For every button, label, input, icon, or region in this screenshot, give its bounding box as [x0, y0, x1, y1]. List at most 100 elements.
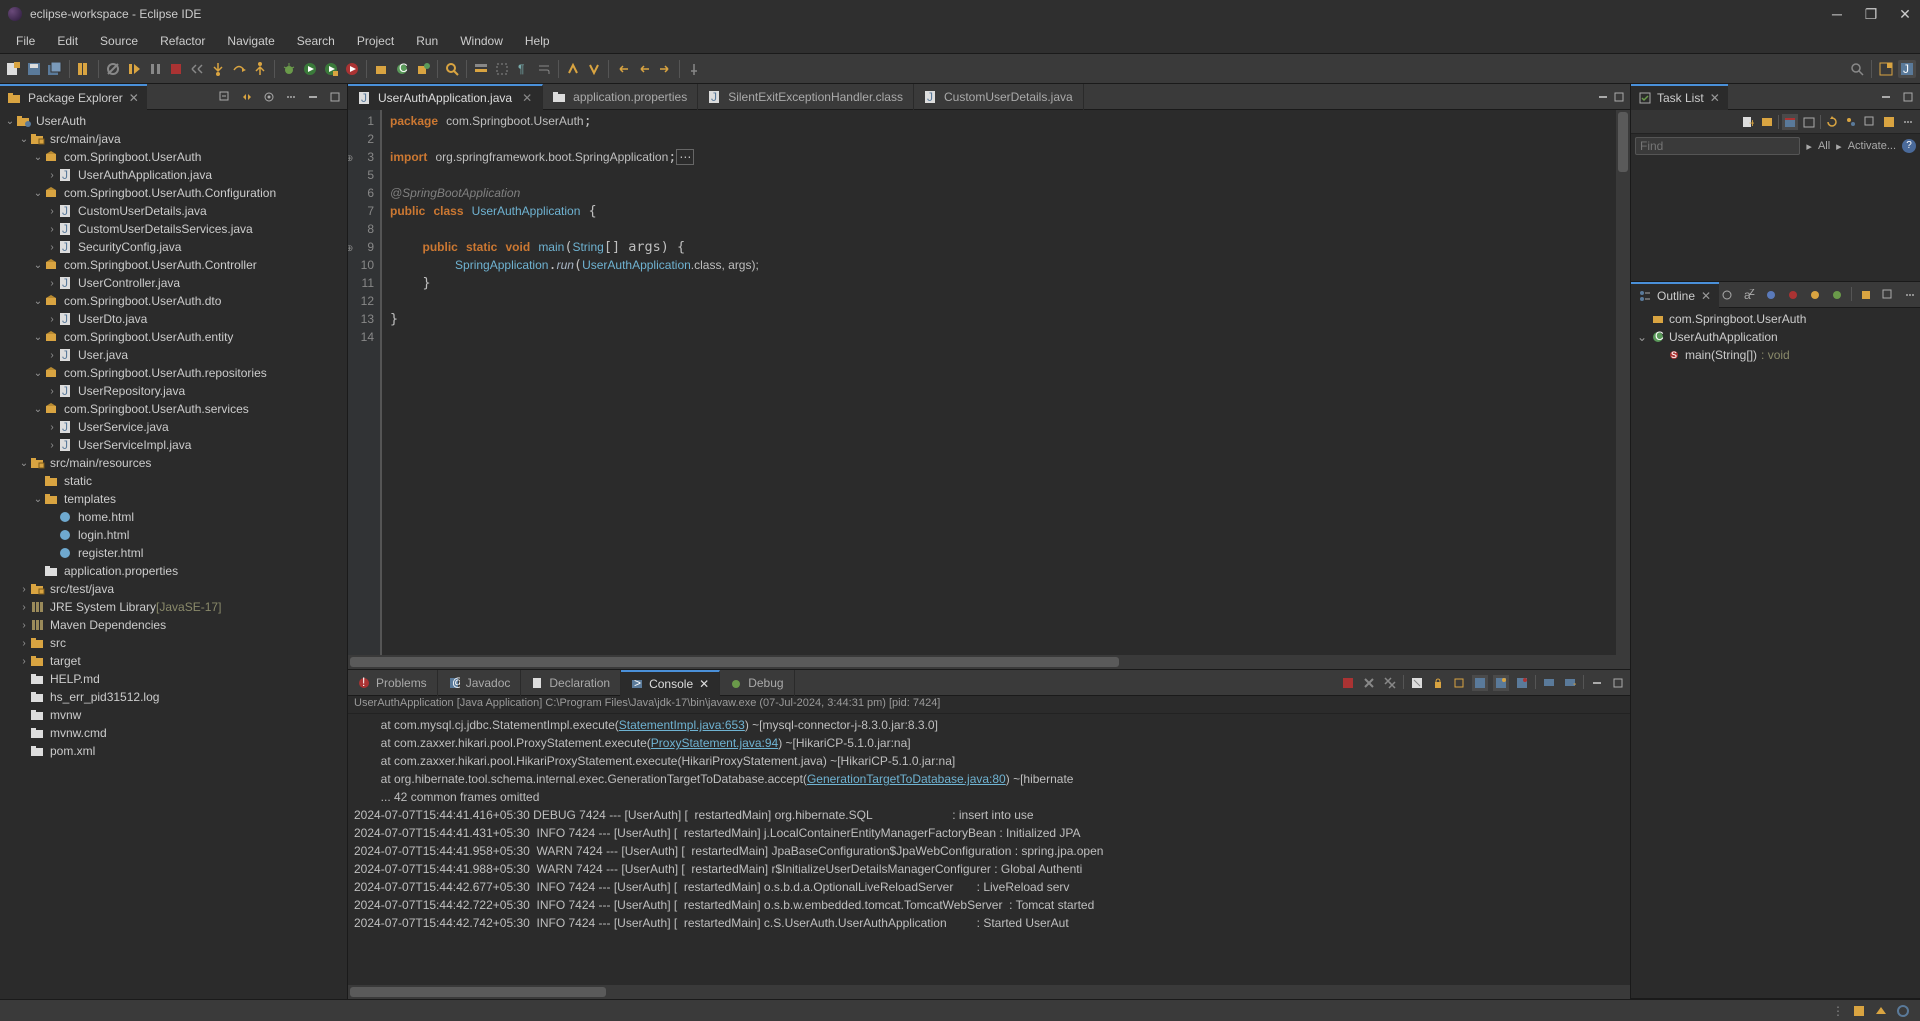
outline-item[interactable]: com.Springboot.UserAuth: [1633, 310, 1918, 328]
close-button[interactable]: ✕: [1898, 7, 1912, 21]
tree-item[interactable]: ›JCustomUserDetailsServices.java: [0, 220, 347, 238]
tasklist-minimize-button[interactable]: [1878, 89, 1894, 105]
tasklist-content[interactable]: [1631, 158, 1920, 281]
outline-menu-button[interactable]: [1902, 287, 1918, 303]
console-show-on-error-button[interactable]: [1514, 675, 1530, 691]
twisty-icon[interactable]: ›: [46, 224, 58, 235]
resume-button[interactable]: [125, 60, 143, 78]
twisty-icon[interactable]: ›: [46, 206, 58, 217]
stacktrace-link[interactable]: StatementImpl.java:653: [619, 718, 745, 732]
skip-breakpoints-button[interactable]: [104, 60, 122, 78]
java-perspective-button[interactable]: J: [1898, 60, 1916, 78]
twisty-icon[interactable]: ›: [18, 656, 30, 667]
twisty-icon[interactable]: ›: [46, 440, 58, 451]
annotation-next-button[interactable]: [585, 60, 603, 78]
categorized-button[interactable]: [1759, 114, 1775, 130]
tree-item[interactable]: ⌄src/main/java: [0, 130, 347, 148]
editor-body[interactable]: 12⊕35678⊕91011121314 package com.Springb…: [348, 110, 1630, 655]
editor-code[interactable]: package com.Springboot.UserAuth; import …: [382, 110, 1630, 655]
menu-edit[interactable]: Edit: [47, 30, 88, 52]
twisty-icon[interactable]: ›: [46, 242, 58, 253]
package-explorer-tree[interactable]: ⌄UserAuth⌄src/main/java ⌄com.Springboot.U…: [0, 110, 347, 999]
tree-item[interactable]: ›JUserService.java: [0, 418, 347, 436]
bottom-tab-declaration[interactable]: Declaration: [521, 670, 621, 696]
back-button[interactable]: [635, 60, 653, 78]
tree-item[interactable]: ›target: [0, 652, 347, 670]
tree-item[interactable]: ⌄UserAuth: [0, 112, 347, 130]
tree-item[interactable]: ›src: [0, 634, 347, 652]
tree-item[interactable]: home.html: [0, 508, 347, 526]
status-tip-icon[interactable]: [1852, 1004, 1866, 1018]
new-java-package-button[interactable]: [372, 60, 390, 78]
save-button[interactable]: [25, 60, 43, 78]
tree-item[interactable]: login.html: [0, 526, 347, 544]
bottom-tab-debug[interactable]: Debug: [720, 670, 794, 696]
status-updates-icon[interactable]: [1874, 1004, 1888, 1018]
tasklist-filter-button[interactable]: [1881, 114, 1897, 130]
twisty-icon[interactable]: ›: [46, 350, 58, 361]
pin-editor-button[interactable]: [685, 60, 703, 78]
tasklist-maximize-button[interactable]: [1900, 89, 1916, 105]
outline-hide-static-button[interactable]: [1785, 287, 1801, 303]
tree-item[interactable]: ⌄com.Springboot.UserAuth.services: [0, 400, 347, 418]
close-icon[interactable]: ✕: [1701, 289, 1711, 303]
outline-focus-button[interactable]: [1719, 287, 1735, 303]
tasklist-tab[interactable]: Task List ✕: [1631, 84, 1728, 110]
tree-item[interactable]: ›JUser.java: [0, 346, 347, 364]
step-over-button[interactable]: [230, 60, 248, 78]
status-sync-icon[interactable]: [1896, 1004, 1910, 1018]
toggle-block-selection-button[interactable]: [493, 60, 511, 78]
outline-content[interactable]: com.Springboot.UserAuth⌄CUserAuthApplica…: [1631, 308, 1920, 998]
twisty-icon[interactable]: ⌄: [32, 404, 44, 415]
twisty-icon[interactable]: ⌄: [4, 116, 16, 127]
menu-navigate[interactable]: Navigate: [217, 30, 284, 52]
close-icon[interactable]: ✕: [1710, 91, 1720, 105]
coverage-button[interactable]: [322, 60, 340, 78]
focus-workweek-button[interactable]: [1801, 114, 1817, 130]
tree-item[interactable]: ›JUserRepository.java: [0, 382, 347, 400]
tree-item[interactable]: ⌄com.Springboot.UserAuth.repositories: [0, 364, 347, 382]
editor-hscrollbar[interactable]: [348, 655, 1630, 669]
twisty-icon[interactable]: ⌄: [18, 458, 30, 469]
save-all-button[interactable]: [46, 60, 64, 78]
editor-maximize-button[interactable]: [1614, 92, 1624, 102]
console-open-button[interactable]: +: [1562, 675, 1578, 691]
show-whitespace-button[interactable]: ¶: [514, 60, 532, 78]
access-search-button[interactable]: [1848, 60, 1866, 78]
outline-tab[interactable]: Outline ✕: [1631, 282, 1719, 308]
step-return-button[interactable]: [251, 60, 269, 78]
editor-tab[interactable]: JSilentExitExceptionHandler.class: [698, 84, 914, 110]
twisty-icon[interactable]: ⌄: [1637, 330, 1647, 344]
editor-tab[interactable]: JUserAuthApplication.java✕: [348, 84, 543, 110]
close-icon[interactable]: ✕: [699, 677, 709, 691]
editor-vscrollbar[interactable]: [1616, 110, 1630, 655]
tree-item[interactable]: ›src/test/java: [0, 580, 347, 598]
console-clear-button[interactable]: [1409, 675, 1425, 691]
console-remove-launch-button[interactable]: [1361, 675, 1377, 691]
toggle-word-wrap-button[interactable]: [535, 60, 553, 78]
scheduled-button[interactable]: [1782, 114, 1798, 130]
tree-item[interactable]: static: [0, 472, 347, 490]
outline-hide-fields-button[interactable]: [1763, 287, 1779, 303]
forward-button[interactable]: [656, 60, 674, 78]
twisty-icon[interactable]: ›: [46, 170, 58, 181]
synchronize-button[interactable]: [1824, 114, 1840, 130]
twisty-icon[interactable]: ⌄: [32, 260, 44, 271]
collapse-all-button[interactable]: [217, 89, 233, 105]
console-hscrollbar[interactable]: [348, 985, 1630, 999]
console-display-button[interactable]: [1541, 675, 1557, 691]
help-icon[interactable]: ?: [1902, 139, 1916, 153]
menu-run[interactable]: Run: [406, 30, 448, 52]
twisty-icon[interactable]: ›: [18, 620, 30, 631]
console-output[interactable]: at com.mysql.cj.jdbc.StatementImpl.execu…: [348, 714, 1630, 985]
tree-item[interactable]: ⌄src/main/resources: [0, 454, 347, 472]
outline-link-button[interactable]: [1858, 287, 1874, 303]
tree-item[interactable]: ⌄com.Springboot.UserAuth.Controller: [0, 256, 347, 274]
outline-item[interactable]: ⌄CUserAuthApplication: [1633, 328, 1918, 346]
console-remove-all-button[interactable]: [1382, 675, 1398, 691]
tree-item[interactable]: application.properties: [0, 562, 347, 580]
minimize-view-button[interactable]: [305, 89, 321, 105]
editor-tab[interactable]: JCustomUserDetails.java: [914, 84, 1084, 110]
tasklist-all-label[interactable]: All: [1818, 140, 1830, 152]
twisty-icon[interactable]: ⌄: [32, 494, 44, 505]
